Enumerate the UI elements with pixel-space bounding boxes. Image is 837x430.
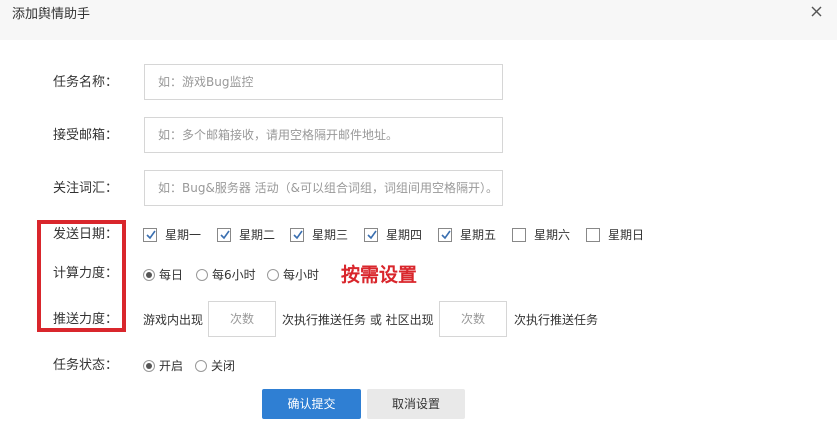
checkbox[interactable] (586, 228, 600, 242)
push-text-middle: 次执行推送任务 或 社区出现 (282, 313, 434, 327)
push-text-end: 次执行推送任务 (514, 313, 599, 327)
keywords-label: 关注词汇： (53, 181, 119, 196)
check-icon (441, 230, 451, 240)
keywords-input[interactable]: 如：Bug&服务器 活动（&可以组合词组，词组间用空格隔开）。 (144, 170, 503, 206)
community-count-input[interactable]: 次数 (439, 301, 507, 337)
highlight-frame (37, 220, 126, 332)
check-icon (220, 230, 230, 240)
radio[interactable] (267, 269, 279, 281)
day-label: 星期三 (312, 228, 349, 242)
check-icon (293, 230, 303, 240)
email-label: 接受邮箱： (53, 128, 119, 143)
radio[interactable] (143, 360, 155, 372)
email-input[interactable]: 如：多个邮箱接收，请用空格隔开邮件地址。 (144, 117, 503, 153)
game-count-input[interactable]: 次数 (208, 301, 276, 337)
day-label: 星期五 (460, 228, 497, 242)
annotation-text: 按需设置 (341, 264, 418, 286)
task-status-label: 任务状态： (53, 358, 119, 373)
radio-label: 每6小时 (212, 268, 256, 282)
checkbox[interactable] (438, 228, 452, 242)
radio-label: 开启 (159, 359, 184, 373)
day-label: 星期一 (165, 228, 202, 242)
radio-dot (146, 363, 152, 369)
checkbox[interactable] (217, 228, 231, 242)
check-icon (367, 230, 377, 240)
close-button[interactable] (807, 2, 827, 22)
checkbox[interactable] (512, 228, 526, 242)
checkbox[interactable] (143, 228, 157, 242)
dialog-title: 添加舆情助手 (12, 7, 91, 22)
day-label: 星期日 (608, 228, 645, 242)
confirm-button[interactable]: 确认提交 (262, 389, 361, 419)
day-label: 星期二 (239, 228, 276, 242)
radio-dot (146, 272, 152, 278)
task-name-input[interactable]: 如：游戏Bug监控 (144, 64, 503, 100)
checkbox[interactable] (364, 228, 378, 242)
radio[interactable] (196, 269, 208, 281)
cancel-button[interactable]: 取消设置 (367, 389, 465, 419)
radio-label: 每小时 (283, 268, 320, 282)
dialog-header: 添加舆情助手 (0, 0, 837, 40)
task-name-label: 任务名称： (53, 75, 119, 90)
check-icon (146, 230, 156, 240)
close-icon (811, 6, 822, 17)
push-text-game: 游戏内出现 (143, 313, 204, 327)
radio-label: 关闭 (211, 359, 236, 373)
checkbox[interactable] (290, 228, 304, 242)
radio[interactable] (143, 269, 155, 281)
day-label: 星期四 (386, 228, 423, 242)
radio[interactable] (195, 360, 207, 372)
day-label: 星期六 (534, 228, 571, 242)
radio-label: 每日 (159, 268, 184, 282)
